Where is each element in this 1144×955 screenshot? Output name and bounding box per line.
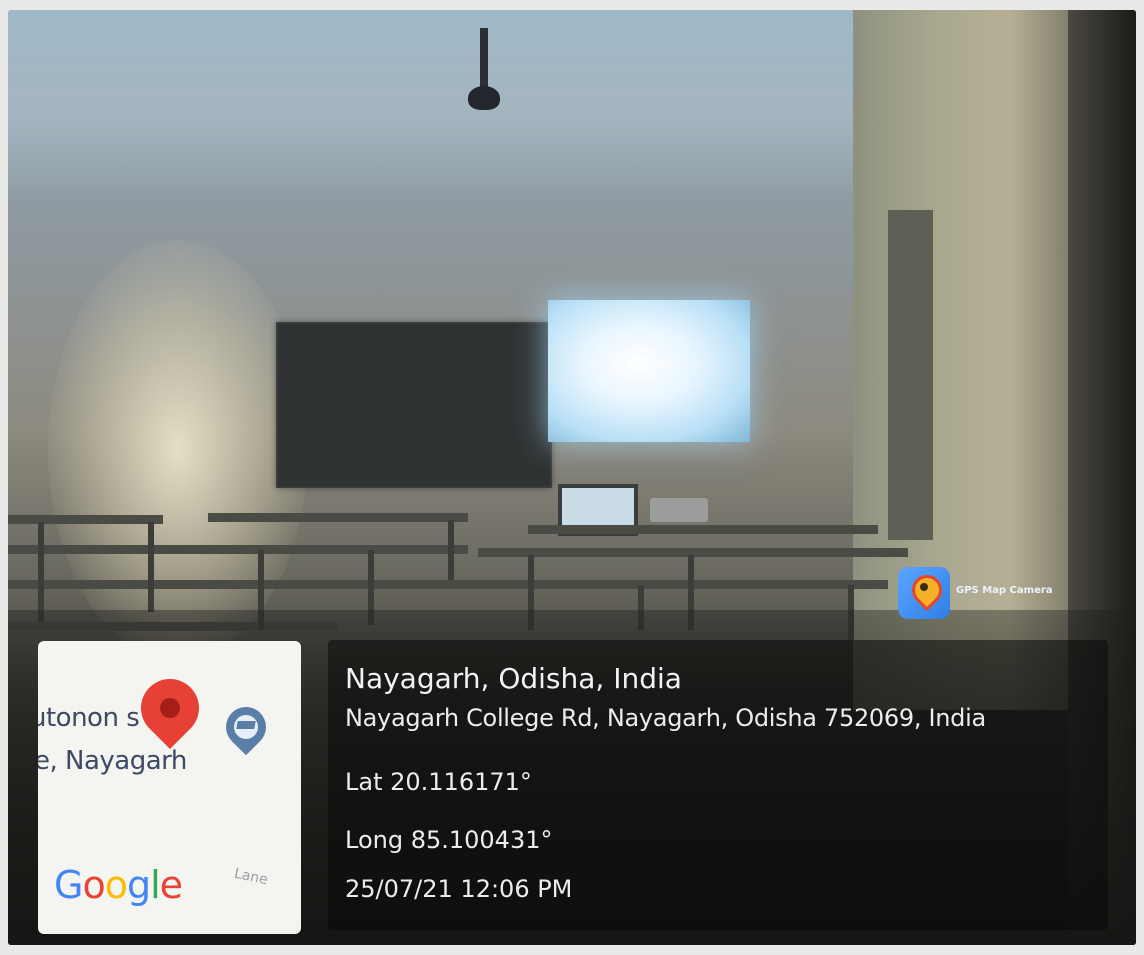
bench xyxy=(528,525,878,534)
door xyxy=(888,210,933,540)
bench-leg xyxy=(38,522,44,622)
bench xyxy=(8,580,888,589)
location-address: Nayagarh College Rd, Nayagarh, Odisha 75… xyxy=(345,704,986,732)
bench xyxy=(8,515,163,524)
google-logo: Google xyxy=(54,863,183,907)
bench-leg xyxy=(148,522,154,612)
gps-map-camera-label: GPS Map Camera xyxy=(956,585,1053,596)
ceiling-fan-icon xyxy=(480,28,488,88)
map-place-label: utonon s xyxy=(38,703,140,733)
projection-screen xyxy=(548,300,750,442)
location-latitude: Lat 20.116171° xyxy=(345,768,532,796)
gps-map-camera-icon xyxy=(898,567,950,619)
location-longitude: Long 85.100431° xyxy=(345,826,553,854)
location-title: Nayagarh, Odisha, India xyxy=(345,662,682,695)
map-thumbnail: utonon s e, Nayagarh Lane Google xyxy=(38,641,301,934)
projector xyxy=(650,498,708,522)
red-location-pin-dot xyxy=(160,698,180,718)
graduation-cap-icon xyxy=(236,721,256,729)
map-road-label: Lane xyxy=(232,865,270,889)
location-datetime: 25/07/21 12:06 PM xyxy=(345,875,573,903)
blackboard xyxy=(276,322,552,488)
bench xyxy=(208,513,468,522)
bench-leg xyxy=(448,520,454,580)
bench xyxy=(8,545,468,554)
window-glow xyxy=(48,240,308,660)
map-place-label-2: e, Nayagarh xyxy=(38,746,187,776)
ceiling-fan-base xyxy=(468,86,500,110)
